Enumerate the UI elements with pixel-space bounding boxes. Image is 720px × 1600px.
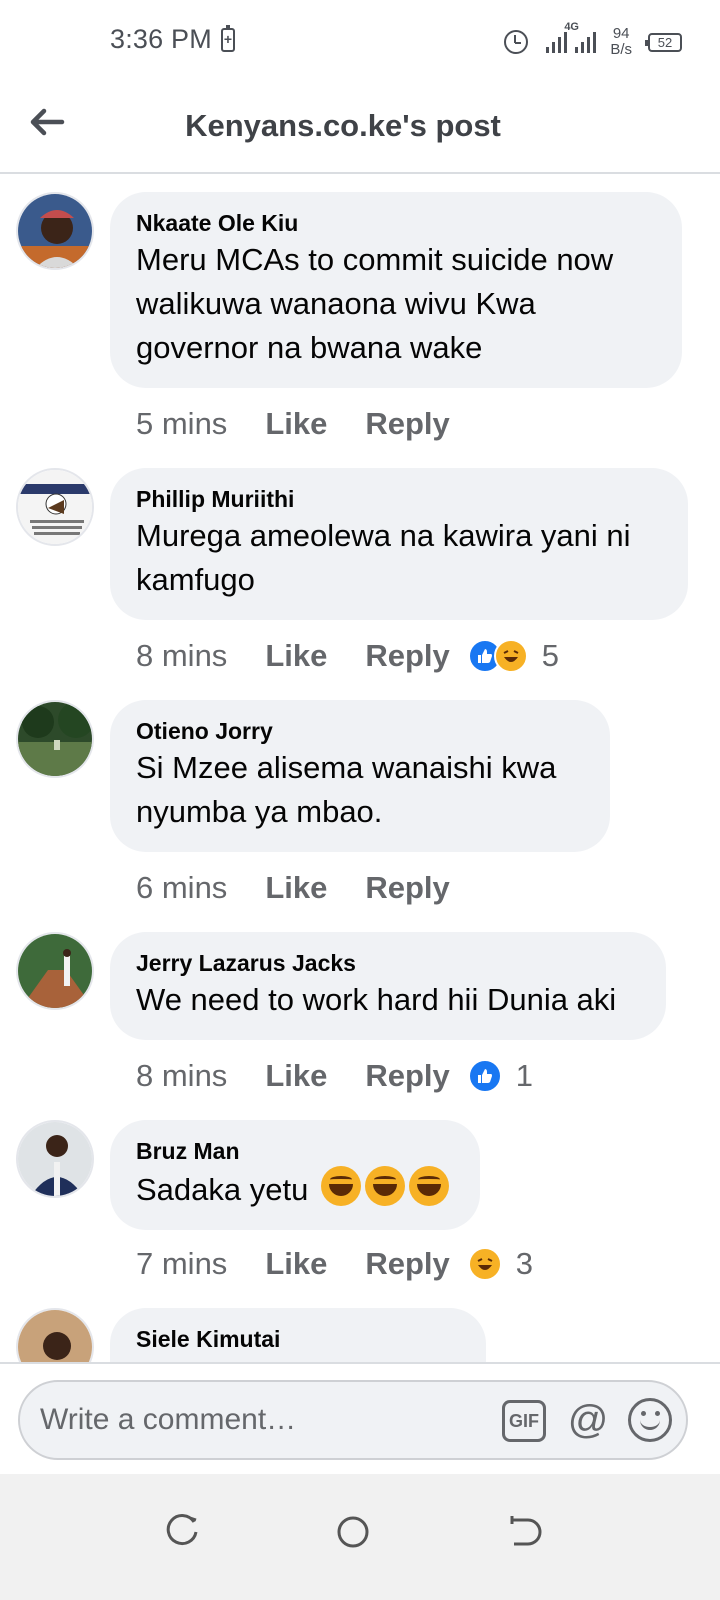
comment-author[interactable]: Siele Kimutai (136, 1324, 460, 1354)
home-button[interactable] (323, 1502, 383, 1562)
comment-time: 6 mins (136, 870, 228, 905)
avatar[interactable] (16, 1120, 94, 1198)
like-button[interactable]: Like (265, 638, 327, 674)
comment-text: Sadaka yetu (136, 1172, 309, 1207)
comment-time: 8 mins (136, 638, 228, 673)
network-speed-value: 94 (612, 25, 630, 42)
comment-text-row: Sadaka yetu (136, 1166, 454, 1212)
comment-meta: 6 mins Like Reply (136, 866, 468, 910)
like-button[interactable]: Like (265, 870, 327, 906)
like-button[interactable]: Like (265, 1058, 327, 1094)
comment-author[interactable]: Bruz Man (136, 1136, 454, 1166)
header: Kenyans.co.ke's post (0, 80, 720, 174)
comment-author[interactable]: Otieno Jorry (136, 716, 584, 746)
battery-saver-icon: + (221, 25, 235, 52)
comment-time: 8 mins (136, 1058, 228, 1093)
avatar[interactable] (16, 468, 94, 546)
comment-text: Murega ameolewa na kawira yani ni kamfug… (136, 518, 631, 597)
avatar[interactable] (16, 192, 94, 270)
comment-meta: 7 mins Like Reply 3 (136, 1242, 533, 1286)
network-speed-unit: B/s (610, 41, 632, 58)
comment-meta: 5 mins Like Reply (136, 402, 468, 446)
comment-bubble[interactable]: Bruz Man Sadaka yetu (110, 1120, 480, 1230)
comment-bubble[interactable]: Nkaate Ole Kiu Meru MCAs to commit suici… (110, 192, 682, 388)
reply-button[interactable]: Reply (365, 1058, 449, 1094)
page-title: Kenyans.co.ke's post (185, 108, 501, 143)
back-nav-icon (510, 1516, 542, 1546)
comment-bubble[interactable]: Siele Kimutai (110, 1308, 486, 1362)
reply-button[interactable]: Reply (365, 638, 449, 674)
status-time: 3:36 PM (110, 24, 212, 54)
signal-icon-2 (575, 31, 597, 53)
comment-time: 5 mins (136, 406, 228, 441)
comment-meta: 8 mins Like Reply 1 (136, 1054, 533, 1098)
back-nav-button[interactable] (494, 1502, 554, 1562)
comment-bubble[interactable]: Otieno Jorry Si Mzee alisema wanaishi kw… (110, 700, 610, 852)
comment-author[interactable]: Nkaate Ole Kiu (136, 208, 656, 238)
comment-meta: 8 mins Like Reply 5 (136, 634, 559, 678)
rofl-emoji-icon (408, 1166, 449, 1206)
comment-author[interactable]: Jerry Lazarus Jacks (136, 948, 640, 978)
reaction-summary[interactable]: 5 (467, 638, 560, 674)
haha-reaction-icon (493, 639, 528, 673)
avatar[interactable] (16, 700, 94, 778)
reply-button[interactable]: Reply (365, 870, 449, 906)
system-navigation-bar (0, 1474, 720, 1600)
like-reaction-icon (467, 1059, 502, 1093)
status-icons: 4G 94 B/s 52 (504, 21, 682, 62)
comment-author[interactable]: Phillip Muriithi (136, 484, 662, 514)
comment-time: 7 mins (136, 1246, 228, 1281)
home-icon (337, 1516, 369, 1548)
recent-apps-icon (166, 1514, 198, 1546)
reaction-count: 5 (541, 638, 560, 673)
reply-button[interactable]: Reply (365, 1246, 449, 1282)
comment-bubble[interactable]: Phillip Muriithi Murega ameolewa na kawi… (110, 468, 688, 620)
signal-icon: 4G (546, 21, 579, 53)
like-button[interactable]: Like (265, 406, 327, 442)
reaction-count: 1 (515, 1058, 534, 1093)
reply-button[interactable]: Reply (365, 406, 449, 442)
battery-icon: 52 (645, 32, 682, 52)
status-bar: 3:36 PM + 4G 94 B/s 52 (0, 0, 720, 80)
haha-reaction-icon (467, 1247, 502, 1281)
comment-composer: GIF @ (18, 1380, 688, 1460)
comments-list[interactable]: Nkaate Ole Kiu Meru MCAs to commit suici… (0, 176, 720, 1362)
gif-button[interactable]: GIF (502, 1400, 546, 1442)
comment-input[interactable] (40, 1396, 490, 1444)
rofl-emoji-icon (364, 1166, 405, 1206)
comment-bubble[interactable]: Jerry Lazarus Jacks We need to work hard… (110, 932, 666, 1040)
mention-button[interactable]: @ (566, 1398, 610, 1442)
rofl-emoji-icon (320, 1166, 361, 1206)
alarm-icon (504, 30, 529, 54)
reaction-summary[interactable]: 1 (467, 1058, 534, 1094)
avatar[interactable] (16, 932, 94, 1010)
recent-apps-button[interactable] (152, 1502, 212, 1562)
reaction-summary[interactable]: 3 (467, 1246, 534, 1282)
avatar[interactable] (16, 1308, 94, 1362)
comment-text: We need to work hard hii Dunia aki (136, 982, 617, 1017)
like-button[interactable]: Like (265, 1246, 327, 1282)
comment-text: Si Mzee alisema wanaishi kwa nyumba ya m… (136, 750, 557, 829)
reaction-count: 3 (515, 1246, 534, 1281)
network-speed: 94 B/s (610, 26, 632, 58)
comment-text: Meru MCAs to commit suicide now walikuwa… (136, 242, 614, 365)
emoji-button[interactable] (628, 1398, 672, 1442)
composer-divider (0, 1362, 720, 1364)
